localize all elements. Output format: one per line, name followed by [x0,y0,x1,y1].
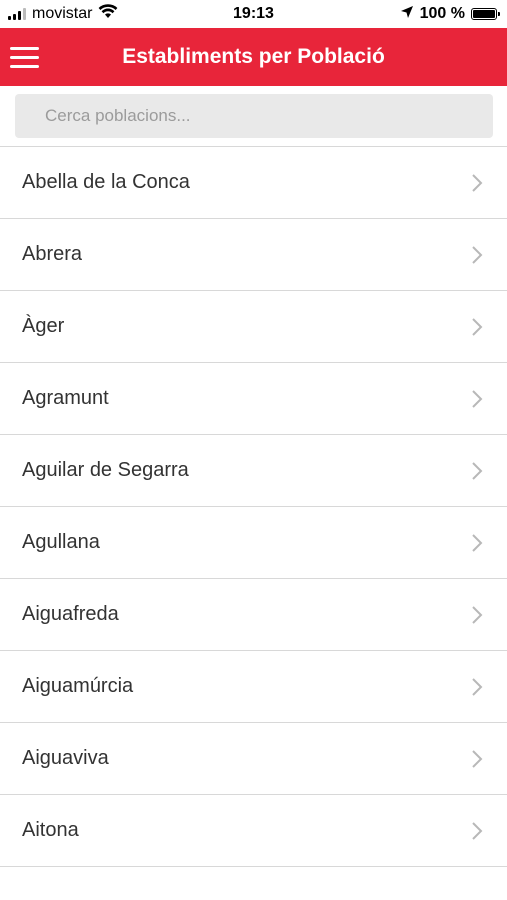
list-item-label: Àger [22,315,65,337]
chevron-right-icon [469,605,485,625]
location-arrow-icon [400,5,414,24]
app-header: Establiments per Població [0,28,507,86]
list-item[interactable]: Aiguaviva [0,723,507,795]
battery-percentage: 100 % [419,5,465,22]
chevron-right-icon [469,749,485,769]
list-item-label: Abrera [22,243,83,265]
list-item[interactable]: Abella de la Conca [0,147,507,219]
list-item-label: Abella de la Conca [22,171,190,193]
chevron-right-icon [469,461,485,481]
list-item-label: Aiguaviva [22,747,109,769]
status-bar: movistar 19:13 100 % [0,0,507,28]
search-bar [0,86,507,146]
list-item-label: Aguilar de Segarra [22,459,189,481]
list-item[interactable]: Agullana [0,507,507,579]
list-item[interactable]: Aguilar de Segarra [0,435,507,507]
list-item-label: Aiguamúrcia [22,675,134,697]
list-item[interactable]: Aitona [0,795,507,867]
chevron-right-icon [469,245,485,265]
list-item[interactable]: Aiguamúrcia [0,651,507,723]
list-item[interactable]: Agramunt [0,363,507,435]
chevron-right-icon [469,821,485,841]
status-right: 100 % [400,5,500,24]
list-item[interactable]: Abrera [0,219,507,291]
chevron-right-icon [469,677,485,697]
chevron-right-icon [469,533,485,553]
list-item[interactable]: Àger [0,291,507,363]
search-input[interactable] [15,94,493,138]
list-item-label: Aiguafreda [22,603,119,625]
list-item-label: Aitona [22,819,79,841]
list-item-label: Agullana [22,531,100,553]
page-title: Establiments per Població [122,45,385,68]
battery-icon [471,8,500,20]
chevron-right-icon [469,389,485,409]
chevron-right-icon [469,173,485,193]
list-item-label: Agramunt [22,387,109,409]
list-item[interactable]: Aiguafreda [0,579,507,651]
chevron-right-icon [469,317,485,337]
town-list: Abella de la Conca Abrera Àger Agramunt … [0,146,507,867]
